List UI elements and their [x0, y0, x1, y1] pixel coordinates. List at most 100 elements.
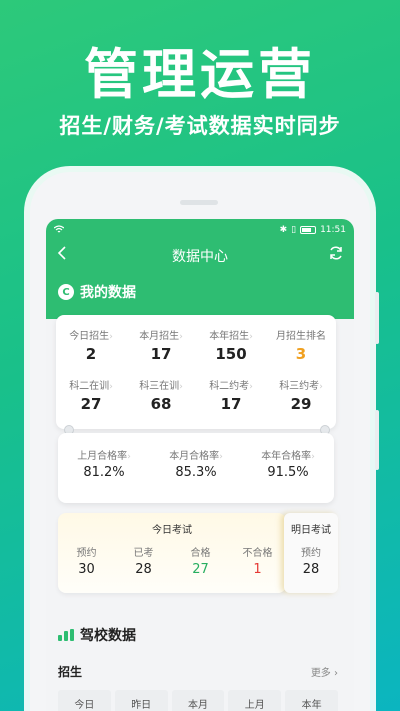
nav-bar: 数据中心 [46, 241, 354, 271]
tab-this-year[interactable]: 本年 [285, 690, 338, 711]
stats-row-2: 科二在训› 27 科三在训› 68 科二约考› 17 科三约考› 29 [56, 365, 336, 415]
tab-yesterday[interactable]: 昨日 [114, 690, 168, 711]
stat-label: 已考 [133, 548, 154, 559]
school-data-header: 驾校数据 [58, 625, 136, 645]
exam-taken: 已考 28 [115, 536, 172, 586]
stat-value: 27 [192, 562, 209, 577]
phone-frame: ✱ ▯ 11:51 数据中心 C 我的数据 今日招生› 2 本月招生› 17 本… [30, 172, 379, 711]
stat-value: 3 [295, 345, 307, 363]
chevron-right-icon: › [319, 382, 323, 392]
stat-subject3-booked[interactable]: 科三约考› 29 [266, 365, 336, 415]
page-title: 数据中心 [172, 249, 228, 265]
battery-icon [300, 226, 317, 234]
stat-label: 本年招生 [209, 331, 250, 342]
bluetooth-icon: ✱ [279, 225, 288, 235]
hero-title: 管理运营 [84, 43, 316, 106]
enroll-section-header: 招生 更多 › [58, 663, 338, 680]
status-bar: ✱ ▯ 11:51 [46, 219, 354, 241]
tomorrow-exam-card[interactable]: 明日考试 预约 28 [284, 513, 338, 593]
today-exam-card[interactable]: 今日考试 预约 30 已考 28 合格 27 不合格 1 [58, 513, 286, 593]
hero-subtitle: 招生/财务/考试数据实时同步 [59, 114, 341, 138]
stat-label: 科二约考 [209, 381, 250, 392]
stat-year-enroll[interactable]: 本年招生› 150 [196, 315, 266, 365]
exam-booked: 预约 30 [58, 536, 115, 586]
stat-label: 本月招生 [139, 331, 180, 342]
phone-speaker [180, 200, 218, 205]
chevron-right-icon: › [249, 382, 253, 392]
stat-subject3-training[interactable]: 科三在训› 68 [126, 365, 196, 415]
chevron-right-icon: › [219, 452, 223, 462]
chevron-right-icon: › [109, 382, 113, 392]
enroll-label: 招生 [58, 665, 83, 679]
stat-label: 合格 [190, 548, 211, 559]
stat-subject2-training[interactable]: 科二在训› 27 [56, 365, 126, 415]
stat-label: 本年合格率 [261, 451, 312, 462]
tab-last-month[interactable]: 上月 [228, 690, 282, 711]
chevron-right-icon: › [109, 332, 113, 342]
tomorrow-exam-booked: 预约 28 [284, 536, 338, 586]
stat-month-enroll[interactable]: 本月招生› 17 [126, 315, 196, 365]
period-tabs: 今日 昨日 本月 上月 本年 [58, 690, 338, 711]
pass-rate-card: 上月合格率› 81.2% 本月合格率› 85.3% 本年合格率› 91.5% [58, 433, 334, 503]
wifi-icon [53, 224, 65, 236]
chevron-right-icon: › [311, 452, 315, 462]
stat-label: 科二在训 [69, 381, 110, 392]
stat-label: 科三在训 [139, 381, 180, 392]
stat-label: 今日招生 [69, 331, 110, 342]
chevron-right-icon: › [249, 332, 253, 342]
today-exam-row: 预约 30 已考 28 合格 27 不合格 1 [58, 536, 286, 586]
today-exam-title: 今日考试 [152, 525, 192, 536]
stat-label: 预约 [76, 548, 97, 559]
stat-value: 30 [78, 562, 95, 577]
stat-value: 2 [85, 345, 97, 363]
chevron-right-icon: › [334, 668, 338, 679]
vibrate-icon: ▯ [291, 225, 297, 235]
chevron-right-icon: › [179, 332, 183, 342]
stat-label: 本月合格率 [169, 451, 220, 462]
pass-rate-last-month[interactable]: 上月合格率› 81.2% [58, 433, 150, 483]
more-label: 更多 [310, 668, 331, 679]
stat-label: 不合格 [242, 548, 273, 559]
stat-value: 27 [80, 395, 102, 413]
stat-value: 29 [290, 395, 312, 413]
bar-chart-icon [58, 629, 74, 641]
more-link[interactable]: 更多 › [311, 664, 338, 679]
stat-label: 预约 [301, 548, 321, 559]
tab-this-month[interactable]: 本月 [171, 690, 225, 711]
stat-value: 28 [302, 562, 320, 577]
pass-rate-this-year[interactable]: 本年合格率› 91.5% [242, 433, 334, 483]
stat-value: 17 [150, 345, 172, 363]
stat-label: 上月合格率 [77, 451, 128, 462]
my-data-icon: C [58, 284, 74, 300]
school-data-label: 驾校数据 [80, 628, 136, 644]
pass-rate-this-month[interactable]: 本月合格率› 85.3% [150, 433, 242, 483]
chevron-right-icon: › [179, 382, 183, 392]
stat-value: 81.2% [83, 465, 125, 480]
stat-value: 91.5% [267, 465, 309, 480]
chevron-right-icon: › [127, 452, 131, 462]
stat-label: 科三约考 [279, 381, 320, 392]
refresh-icon[interactable] [328, 245, 344, 266]
chevron-left-icon[interactable] [56, 245, 68, 266]
my-data-header: C 我的数据 [58, 282, 136, 302]
stat-value: 85.3% [175, 465, 217, 480]
exam-failed: 不合格 1 [229, 536, 286, 586]
tab-today[interactable]: 今日 [58, 690, 111, 711]
stat-subject2-booked[interactable]: 科二约考› 17 [196, 365, 266, 415]
stat-value: 28 [135, 562, 152, 577]
stat-value: 17 [220, 395, 242, 413]
pass-rate-row: 上月合格率› 81.2% 本月合格率› 85.3% 本年合格率› 91.5% [58, 433, 334, 483]
stat-month-rank[interactable]: 月招生排名 3 [266, 315, 336, 365]
my-stats-card: 今日招生› 2 本月招生› 17 本年招生› 150 月招生排名 3 科二在训›… [56, 315, 336, 429]
stat-label: 月招生排名 [276, 331, 326, 342]
status-time: 11:51 [320, 225, 346, 235]
my-data-label: 我的数据 [80, 285, 136, 301]
phone-volume-button [375, 292, 379, 344]
stat-today-enroll[interactable]: 今日招生› 2 [56, 315, 126, 365]
stat-value: 68 [150, 395, 172, 413]
stats-row-1: 今日招生› 2 本月招生› 17 本年招生› 150 月招生排名 3 [56, 315, 336, 365]
exam-passed: 合格 27 [172, 536, 229, 586]
stat-value: 1 [253, 562, 262, 577]
status-right: ✱ ▯ 11:51 [280, 225, 346, 235]
app-screen: ✱ ▯ 11:51 数据中心 C 我的数据 今日招生› 2 本月招生› 17 本… [46, 219, 354, 711]
